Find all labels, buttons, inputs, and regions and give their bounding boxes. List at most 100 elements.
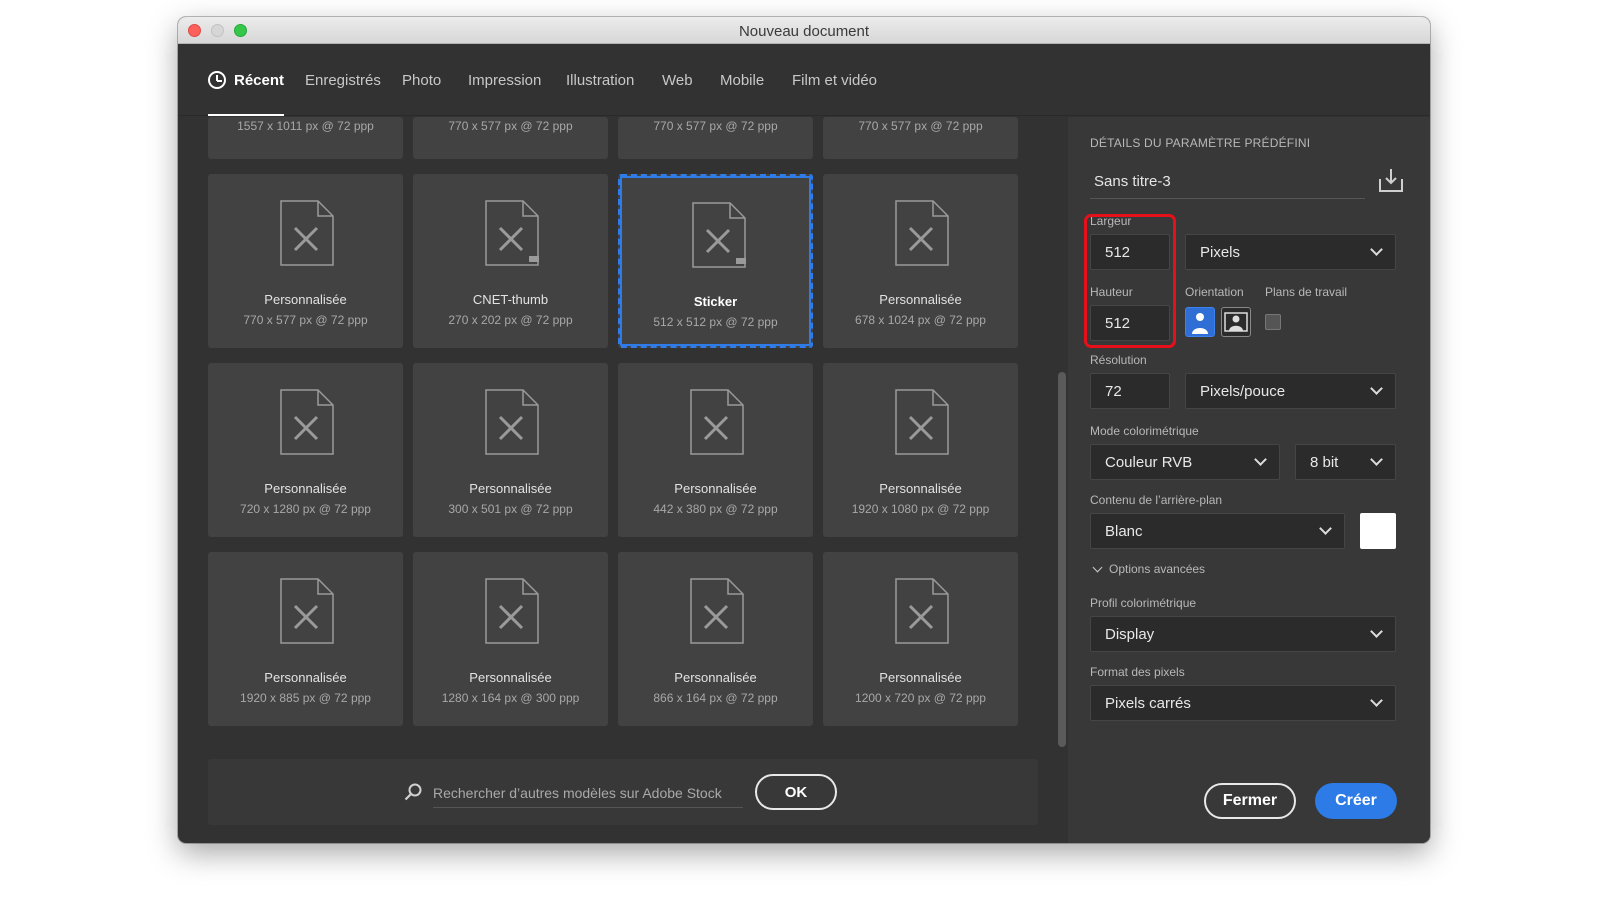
document-icon (485, 578, 539, 644)
preset-card[interactable]: Personnalisée 866 x 164 px @ 72 ppp (618, 552, 813, 726)
pixel-format-value: Pixels carrés (1105, 694, 1191, 712)
document-icon (485, 389, 539, 455)
preset-name: Personnalisée (264, 670, 347, 685)
tab-recent[interactable]: Récent (208, 44, 285, 116)
width-unit-select[interactable]: Pixels (1185, 234, 1396, 270)
preset-name: Personnalisée (264, 292, 347, 307)
advanced-options-toggle[interactable]: Options avancées (1092, 562, 1206, 576)
preset-dims: 1280 x 164 px @ 300 ppp (441, 691, 580, 705)
color-mode-label: Mode colorimétrique (1090, 424, 1199, 438)
preset-dims: 442 x 380 px @ 72 ppp (653, 502, 778, 516)
tab-print[interactable]: Impression (468, 44, 541, 116)
tab-illustration[interactable]: Illustration (566, 44, 634, 116)
stock-search-input[interactable] (433, 778, 743, 808)
panel-heading: DÉTAILS DU PARAMÈTRE PRÉDÉFINI (1090, 136, 1311, 150)
tab-photo[interactable]: Photo (402, 44, 441, 116)
width-unit-value: Pixels (1200, 243, 1241, 261)
portrait-orientation-button[interactable] (1185, 307, 1215, 337)
document-icon (485, 200, 539, 266)
preset-card[interactable]: Personnalisée 1920 x 1080 px @ 72 ppp (823, 363, 1018, 537)
search-icon (404, 783, 422, 801)
preset-dims: 770 x 577 px @ 72 ppp (653, 119, 778, 133)
preset-name: Personnalisée (469, 670, 552, 685)
background-label: Contenu de l’arrière-plan (1090, 493, 1223, 507)
tab-saved[interactable]: Enregistrés (305, 44, 381, 116)
preset-name-field[interactable]: Sans titre-3 (1090, 167, 1365, 199)
document-icon (280, 389, 334, 455)
portrait-icon (1192, 313, 1208, 334)
preset-grid: 1557 x 1011 px @ 72 ppp 770 x 577 px @ 7… (178, 117, 1068, 843)
document-icon (280, 200, 334, 266)
preset-card[interactable]: Personnalisée 1200 x 720 px @ 72 ppp (823, 552, 1018, 726)
resolution-unit-select[interactable]: Pixels/pouce (1185, 373, 1396, 409)
preset-name: Personnalisée (879, 481, 962, 496)
document-icon (895, 200, 949, 266)
document-icon (895, 578, 949, 644)
preset-card[interactable]: Personnalisée 720 x 1280 px @ 72 ppp (208, 363, 403, 537)
preset-card[interactable]: Personnalisée 300 x 501 px @ 72 ppp (413, 363, 608, 537)
resolution-input[interactable]: 72 (1090, 373, 1170, 409)
preset-card-selected[interactable]: Sticker 512 x 512 px @ 72 ppp (618, 174, 813, 348)
tab-web[interactable]: Web (662, 44, 693, 116)
color-mode-value: Couleur RVB (1105, 453, 1193, 471)
chevron-down-icon (1092, 562, 1103, 572)
bit-depth-select[interactable]: 8 bit (1295, 444, 1396, 480)
background-select[interactable]: Blanc (1090, 513, 1345, 549)
preset-name: Personnalisée (879, 670, 962, 685)
chevron-down-icon (1319, 522, 1332, 535)
preset-dims: 1200 x 720 px @ 72 ppp (855, 691, 986, 705)
preset-card[interactable]: 770 x 577 px @ 72 ppp (413, 117, 608, 159)
close-button[interactable]: Fermer (1204, 783, 1296, 819)
orientation-label: Orientation (1185, 285, 1244, 299)
preset-dims: 770 x 577 px @ 72 ppp (243, 313, 368, 327)
save-preset-icon[interactable] (1378, 167, 1404, 193)
chevron-down-icon (1370, 243, 1383, 256)
preset-card[interactable]: Personnalisée 770 x 577 px @ 72 ppp (208, 174, 403, 348)
preset-dims: 720 x 1280 px @ 72 ppp (240, 502, 371, 516)
preset-dims: 300 x 501 px @ 72 ppp (448, 502, 573, 516)
preset-dims: 866 x 164 px @ 72 ppp (653, 691, 778, 705)
preset-card[interactable]: 770 x 577 px @ 72 ppp (823, 117, 1018, 159)
preset-dims: 770 x 577 px @ 72 ppp (448, 119, 573, 133)
search-ok-button[interactable]: OK (755, 774, 837, 810)
chevron-down-icon (1370, 694, 1383, 707)
advanced-options-label: Options avancées (1109, 562, 1206, 576)
resolution-label: Résolution (1090, 353, 1147, 367)
color-profile-select[interactable]: Display (1090, 616, 1396, 652)
preset-card[interactable]: Personnalisée 1280 x 164 px @ 300 ppp (413, 552, 608, 726)
preset-card[interactable]: Personnalisée 1920 x 885 px @ 72 ppp (208, 552, 403, 726)
document-icon (280, 578, 334, 644)
preset-name: Personnalisée (674, 670, 757, 685)
chevron-down-icon (1370, 453, 1383, 466)
preset-dims: 1920 x 1080 px @ 72 ppp (851, 502, 990, 516)
pixel-format-select[interactable]: Pixels carrés (1090, 685, 1396, 721)
preset-card[interactable]: Personnalisée 442 x 380 px @ 72 ppp (618, 363, 813, 537)
preset-name: CNET-thumb (472, 292, 549, 307)
background-value: Blanc (1105, 522, 1143, 540)
preset-dims: 512 x 512 px @ 72 ppp (653, 315, 778, 329)
preset-card[interactable]: CNET-thumb 270 x 202 px @ 72 ppp (413, 174, 608, 348)
tab-mobile[interactable]: Mobile (720, 44, 764, 116)
titlebar: Nouveau document (178, 17, 1430, 44)
landscape-orientation-button[interactable] (1221, 307, 1251, 337)
document-icon (690, 578, 744, 644)
preset-name: Sticker (693, 294, 738, 309)
artboards-checkbox[interactable] (1265, 314, 1281, 330)
pixel-format-label: Format des pixels (1090, 665, 1185, 679)
preset-card[interactable]: Personnalisée 678 x 1024 px @ 72 ppp (823, 174, 1018, 348)
clock-icon (208, 71, 226, 89)
document-icon (692, 202, 746, 268)
create-button[interactable]: Créer (1315, 783, 1397, 819)
preset-card[interactable]: 1557 x 1011 px @ 72 ppp (208, 117, 403, 159)
tab-film-video[interactable]: Film et vidéo (792, 44, 877, 116)
preset-card[interactable]: 770 x 577 px @ 72 ppp (618, 117, 813, 159)
document-icon (690, 389, 744, 455)
color-profile-value: Display (1105, 625, 1155, 643)
grid-scrollbar[interactable] (1058, 372, 1066, 747)
color-mode-select[interactable]: Couleur RVB (1090, 444, 1280, 480)
preset-name: Personnalisée (879, 292, 962, 307)
document-icon (895, 389, 949, 455)
background-color-swatch[interactable] (1360, 513, 1396, 549)
stock-search-bar: OK (208, 759, 1038, 825)
chevron-down-icon (1254, 453, 1267, 466)
